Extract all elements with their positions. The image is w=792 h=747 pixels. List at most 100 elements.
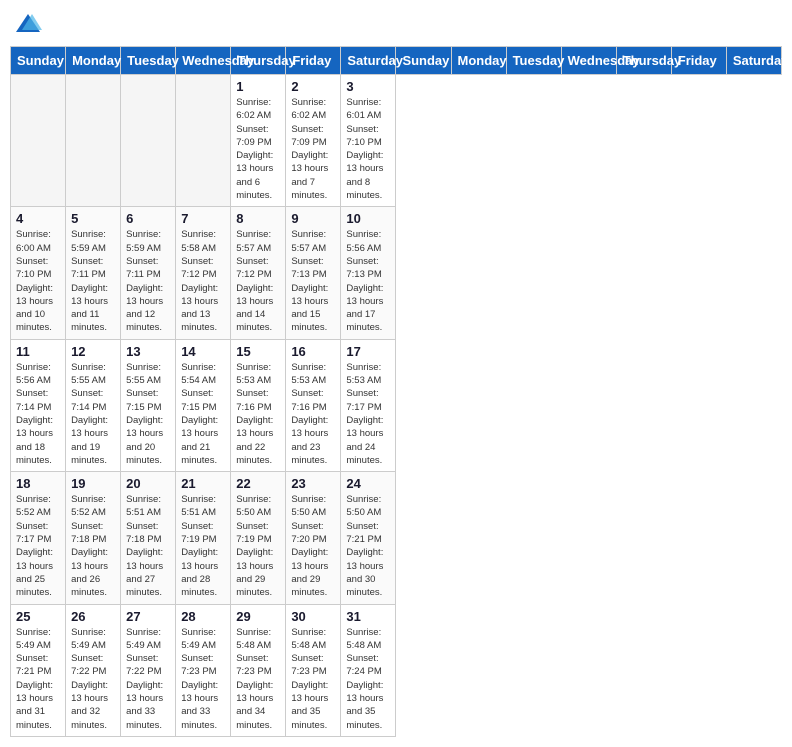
calendar-cell	[66, 75, 121, 207]
cell-details: Sunrise: 5:56 AM Sunset: 7:13 PM Dayligh…	[346, 228, 390, 334]
day-header-friday: Friday	[671, 47, 726, 75]
calendar-cell: 9 Sunrise: 5:57 AM Sunset: 7:13 PM Daylig…	[286, 207, 341, 339]
day-header-monday: Monday	[66, 47, 121, 75]
calendar-cell: 18 Sunrise: 5:52 AM Sunset: 7:17 PM Dayli…	[11, 472, 66, 604]
calendar-cell: 23 Sunrise: 5:50 AM Sunset: 7:20 PM Dayli…	[286, 472, 341, 604]
day-header-friday: Friday	[286, 47, 341, 75]
calendar-cell: 27Sunrise: 5:49 AM Sunset: 7:22 PM Dayli…	[121, 604, 176, 736]
day-number: 25	[16, 609, 60, 624]
calendar-cell: 1Sunrise: 6:02 AM Sunset: 7:09 PM Daylig…	[231, 75, 286, 207]
calendar-cell: 17 Sunrise: 5:53 AM Sunset: 7:17 PM Dayli…	[341, 339, 396, 471]
cell-details: Sunrise: 5:53 AM Sunset: 7:16 PM Dayligh…	[236, 361, 280, 467]
calendar-cell: 6Sunrise: 5:59 AM Sunset: 7:11 PM Daylig…	[121, 207, 176, 339]
day-header-wednesday: Wednesday	[176, 47, 231, 75]
day-number: 15	[236, 344, 280, 359]
cell-details: Sunrise: 5:53 AM Sunset: 7:16 PM Dayligh…	[291, 361, 335, 467]
day-number: 13	[126, 344, 170, 359]
calendar-cell: 3Sunrise: 6:01 AM Sunset: 7:10 PM Daylig…	[341, 75, 396, 207]
day-number: 20	[126, 476, 170, 491]
cell-details: Sunrise: 5:49 AM Sunset: 7:21 PM Dayligh…	[16, 626, 60, 732]
day-number: 8	[236, 211, 280, 226]
day-header-tuesday: Tuesday	[121, 47, 176, 75]
calendar-cell: 16 Sunrise: 5:53 AM Sunset: 7:16 PM Dayli…	[286, 339, 341, 471]
day-number: 5	[71, 211, 115, 226]
day-number: 21	[181, 476, 225, 491]
day-header-saturday: Saturday	[341, 47, 396, 75]
logo	[14, 10, 44, 38]
day-number: 27	[126, 609, 170, 624]
calendar-cell: 12Sunrise: 5:55 AM Sunset: 7:14 PM Dayli…	[66, 339, 121, 471]
cell-details: Sunrise: 6:02 AM Sunset: 7:09 PM Dayligh…	[236, 96, 280, 202]
day-number: 18	[16, 476, 60, 491]
calendar-cell: 29 Sunrise: 5:48 AM Sunset: 7:23 PM Dayli…	[231, 604, 286, 736]
cell-details: Sunrise: 5:48 AM Sunset: 7:24 PM Dayligh…	[346, 626, 390, 732]
cell-details: Sunrise: 5:59 AM Sunset: 7:11 PM Dayligh…	[126, 228, 170, 334]
day-number: 2	[291, 79, 335, 94]
day-number: 11	[16, 344, 60, 359]
day-number: 28	[181, 609, 225, 624]
logo-icon	[14, 10, 42, 38]
calendar-week-row: 11Sunrise: 5:56 AM Sunset: 7:14 PM Dayli…	[11, 339, 782, 471]
cell-details: Sunrise: 5:49 AM Sunset: 7:23 PM Dayligh…	[181, 626, 225, 732]
day-number: 19	[71, 476, 115, 491]
cell-details: Sunrise: 6:01 AM Sunset: 7:10 PM Dayligh…	[346, 96, 390, 202]
calendar-table: SundayMondayTuesdayWednesdayThursdayFrid…	[10, 46, 782, 737]
calendar-cell: 8 Sunrise: 5:57 AM Sunset: 7:12 PM Daylig…	[231, 207, 286, 339]
cell-details: Sunrise: 6:00 AM Sunset: 7:10 PM Dayligh…	[16, 228, 60, 334]
day-number: 29	[236, 609, 280, 624]
calendar-cell: 5 Sunrise: 5:59 AM Sunset: 7:11 PM Daylig…	[66, 207, 121, 339]
day-header-wednesday: Wednesday	[561, 47, 616, 75]
cell-details: Sunrise: 5:59 AM Sunset: 7:11 PM Dayligh…	[71, 228, 115, 334]
day-number: 26	[71, 609, 115, 624]
cell-details: Sunrise: 5:55 AM Sunset: 7:15 PM Dayligh…	[126, 361, 170, 467]
day-number: 23	[291, 476, 335, 491]
day-number: 10	[346, 211, 390, 226]
cell-details: Sunrise: 5:53 AM Sunset: 7:17 PM Dayligh…	[346, 361, 390, 467]
calendar-cell: 31 Sunrise: 5:48 AM Sunset: 7:24 PM Dayli…	[341, 604, 396, 736]
calendar-cell: 21 Sunrise: 5:51 AM Sunset: 7:19 PM Dayli…	[176, 472, 231, 604]
calendar-cell: 30Sunrise: 5:48 AM Sunset: 7:23 PM Dayli…	[286, 604, 341, 736]
cell-details: Sunrise: 5:48 AM Sunset: 7:23 PM Dayligh…	[291, 626, 335, 732]
calendar-cell: 19Sunrise: 5:52 AM Sunset: 7:18 PM Dayli…	[66, 472, 121, 604]
cell-details: Sunrise: 5:50 AM Sunset: 7:19 PM Dayligh…	[236, 493, 280, 599]
day-number: 17	[346, 344, 390, 359]
calendar-cell: 25 Sunrise: 5:49 AM Sunset: 7:21 PM Dayli…	[11, 604, 66, 736]
day-number: 4	[16, 211, 60, 226]
cell-details: Sunrise: 5:58 AM Sunset: 7:12 PM Dayligh…	[181, 228, 225, 334]
cell-details: Sunrise: 5:50 AM Sunset: 7:20 PM Dayligh…	[291, 493, 335, 599]
day-header-thursday: Thursday	[616, 47, 671, 75]
calendar-cell: 11Sunrise: 5:56 AM Sunset: 7:14 PM Dayli…	[11, 339, 66, 471]
cell-details: Sunrise: 5:52 AM Sunset: 7:17 PM Dayligh…	[16, 493, 60, 599]
day-number: 16	[291, 344, 335, 359]
day-header-tuesday: Tuesday	[506, 47, 561, 75]
cell-details: Sunrise: 5:57 AM Sunset: 7:12 PM Dayligh…	[236, 228, 280, 334]
cell-details: Sunrise: 5:49 AM Sunset: 7:22 PM Dayligh…	[71, 626, 115, 732]
cell-details: Sunrise: 5:51 AM Sunset: 7:19 PM Dayligh…	[181, 493, 225, 599]
cell-details: Sunrise: 5:50 AM Sunset: 7:21 PM Dayligh…	[346, 493, 390, 599]
day-header-sunday: Sunday	[396, 47, 451, 75]
day-number: 9	[291, 211, 335, 226]
calendar-header-row: SundayMondayTuesdayWednesdayThursdayFrid…	[11, 47, 782, 75]
cell-details: Sunrise: 5:57 AM Sunset: 7:13 PM Dayligh…	[291, 228, 335, 334]
calendar-cell	[121, 75, 176, 207]
calendar-cell: 14 Sunrise: 5:54 AM Sunset: 7:15 PM Dayli…	[176, 339, 231, 471]
day-number: 7	[181, 211, 225, 226]
calendar-cell: 10 Sunrise: 5:56 AM Sunset: 7:13 PM Dayli…	[341, 207, 396, 339]
calendar-cell: 24Sunrise: 5:50 AM Sunset: 7:21 PM Dayli…	[341, 472, 396, 604]
page-header	[10, 10, 782, 38]
day-number: 31	[346, 609, 390, 624]
cell-details: Sunrise: 6:02 AM Sunset: 7:09 PM Dayligh…	[291, 96, 335, 202]
day-header-thursday: Thursday	[231, 47, 286, 75]
calendar-cell	[176, 75, 231, 207]
cell-details: Sunrise: 5:55 AM Sunset: 7:14 PM Dayligh…	[71, 361, 115, 467]
calendar-cell: 26 Sunrise: 5:49 AM Sunset: 7:22 PM Dayli…	[66, 604, 121, 736]
day-number: 14	[181, 344, 225, 359]
calendar-cell: 13 Sunrise: 5:55 AM Sunset: 7:15 PM Dayli…	[121, 339, 176, 471]
cell-details: Sunrise: 5:54 AM Sunset: 7:15 PM Dayligh…	[181, 361, 225, 467]
calendar-week-row: 4 Sunrise: 6:00 AM Sunset: 7:10 PM Daylig…	[11, 207, 782, 339]
calendar-week-row: 25 Sunrise: 5:49 AM Sunset: 7:21 PM Dayli…	[11, 604, 782, 736]
calendar-cell: 20 Sunrise: 5:51 AM Sunset: 7:18 PM Dayli…	[121, 472, 176, 604]
cell-details: Sunrise: 5:48 AM Sunset: 7:23 PM Dayligh…	[236, 626, 280, 732]
cell-details: Sunrise: 5:51 AM Sunset: 7:18 PM Dayligh…	[126, 493, 170, 599]
calendar-cell: 2 Sunrise: 6:02 AM Sunset: 7:09 PM Daylig…	[286, 75, 341, 207]
